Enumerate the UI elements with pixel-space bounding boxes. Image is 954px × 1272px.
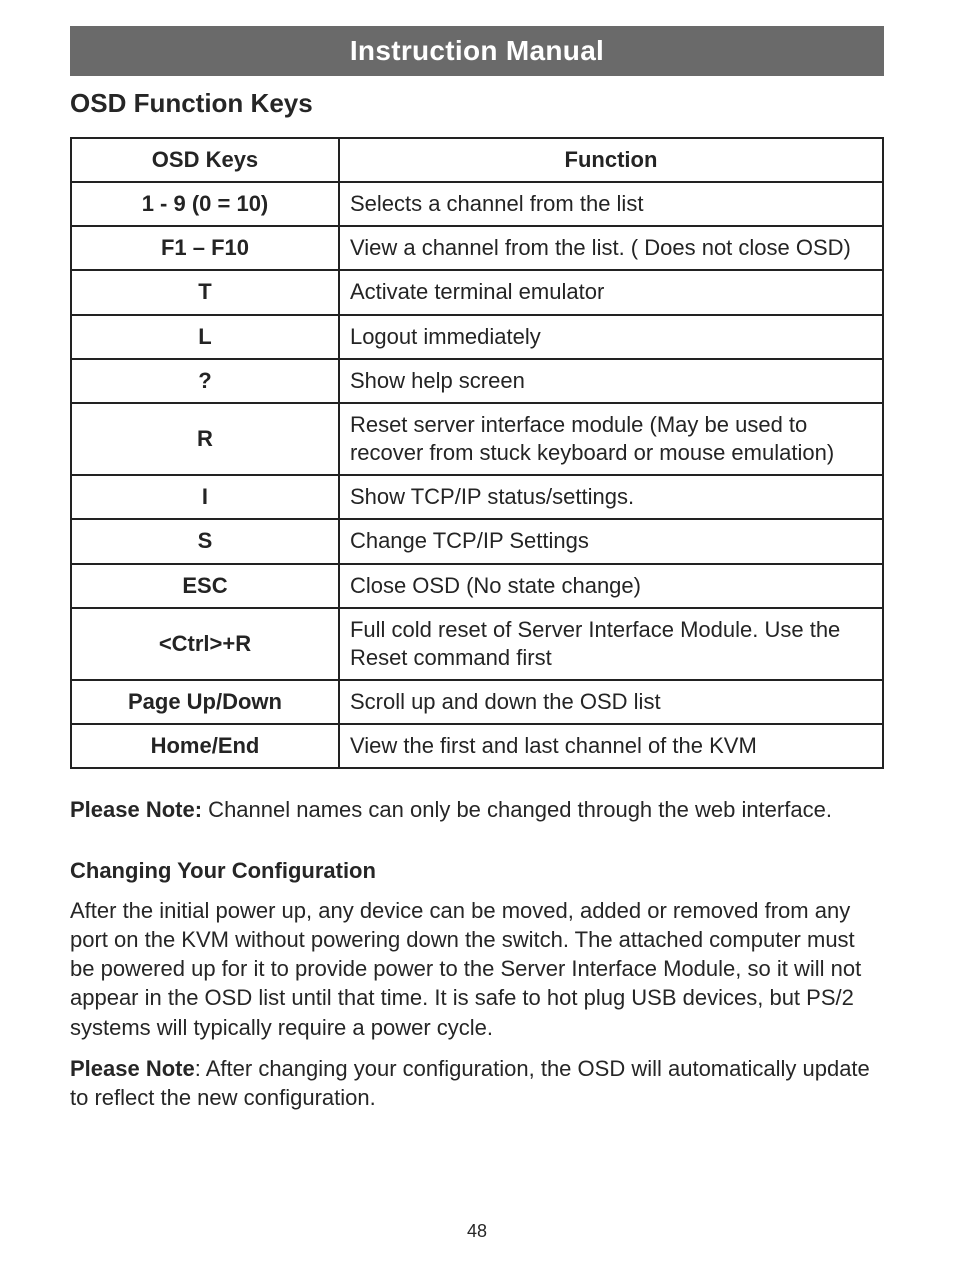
table-row: LLogout immediately bbox=[71, 315, 883, 359]
key-cell: <Ctrl>+R bbox=[71, 608, 339, 680]
key-cell: L bbox=[71, 315, 339, 359]
desc-cell: Show TCP/IP status/settings. bbox=[339, 475, 883, 519]
desc-cell: Show help screen bbox=[339, 359, 883, 403]
table-header-function: Function bbox=[339, 138, 883, 182]
function-keys-table: OSD Keys Function 1 - 9 (0 = 10)Selects … bbox=[70, 137, 884, 769]
key-cell: I bbox=[71, 475, 339, 519]
table-row: RReset server interface module (May be u… bbox=[71, 403, 883, 475]
key-cell: R bbox=[71, 403, 339, 475]
header-banner: Instruction Manual bbox=[70, 26, 884, 76]
key-cell: T bbox=[71, 270, 339, 314]
desc-cell: Activate terminal emulator bbox=[339, 270, 883, 314]
desc-cell: Close OSD (No state change) bbox=[339, 564, 883, 608]
note-text-1: Channel names can only be changed throug… bbox=[202, 797, 832, 822]
desc-cell: Full cold reset of Server Interface Modu… bbox=[339, 608, 883, 680]
key-cell: 1 - 9 (0 = 10) bbox=[71, 182, 339, 226]
note-paragraph-2: Please Note: After changing your configu… bbox=[70, 1054, 884, 1112]
desc-cell: Change TCP/IP Settings bbox=[339, 519, 883, 563]
table-row: <Ctrl>+RFull cold reset of Server Interf… bbox=[71, 608, 883, 680]
table-row: ?Show help screen bbox=[71, 359, 883, 403]
desc-cell: Selects a channel from the list bbox=[339, 182, 883, 226]
desc-cell: Reset server interface module (May be us… bbox=[339, 403, 883, 475]
note-bold-2: Please Note bbox=[70, 1056, 195, 1081]
table-row: IShow TCP/IP status/settings. bbox=[71, 475, 883, 519]
table-row: 1 - 9 (0 = 10)Selects a channel from the… bbox=[71, 182, 883, 226]
desc-cell: View the first and last channel of the K… bbox=[339, 724, 883, 768]
table-row: ESCClose OSD (No state change) bbox=[71, 564, 883, 608]
body-paragraph-1: After the initial power up, any device c… bbox=[70, 896, 884, 1041]
key-cell: Page Up/Down bbox=[71, 680, 339, 724]
banner-title: Instruction Manual bbox=[350, 35, 604, 67]
section-heading: OSD Function Keys bbox=[70, 88, 884, 119]
table-row: Home/EndView the first and last channel … bbox=[71, 724, 883, 768]
key-cell: ? bbox=[71, 359, 339, 403]
table-row: SChange TCP/IP Settings bbox=[71, 519, 883, 563]
key-cell: F1 – F10 bbox=[71, 226, 339, 270]
table-row: Page Up/DownScroll up and down the OSD l… bbox=[71, 680, 883, 724]
page-number: 48 bbox=[0, 1221, 954, 1242]
desc-cell: View a channel from the list. ( Does not… bbox=[339, 226, 883, 270]
key-cell: ESC bbox=[71, 564, 339, 608]
subheading: Changing Your Configuration bbox=[70, 858, 884, 884]
table-row: F1 – F10View a channel from the list. ( … bbox=[71, 226, 883, 270]
table-header-row: OSD Keys Function bbox=[71, 138, 883, 182]
key-cell: S bbox=[71, 519, 339, 563]
key-cell: Home/End bbox=[71, 724, 339, 768]
note-bold-1: Please Note: bbox=[70, 797, 202, 822]
desc-cell: Logout immediately bbox=[339, 315, 883, 359]
desc-cell: Scroll up and down the OSD list bbox=[339, 680, 883, 724]
note-paragraph-1: Please Note: Channel names can only be c… bbox=[70, 795, 884, 824]
table-header-osd-keys: OSD Keys bbox=[71, 138, 339, 182]
table-row: TActivate terminal emulator bbox=[71, 270, 883, 314]
